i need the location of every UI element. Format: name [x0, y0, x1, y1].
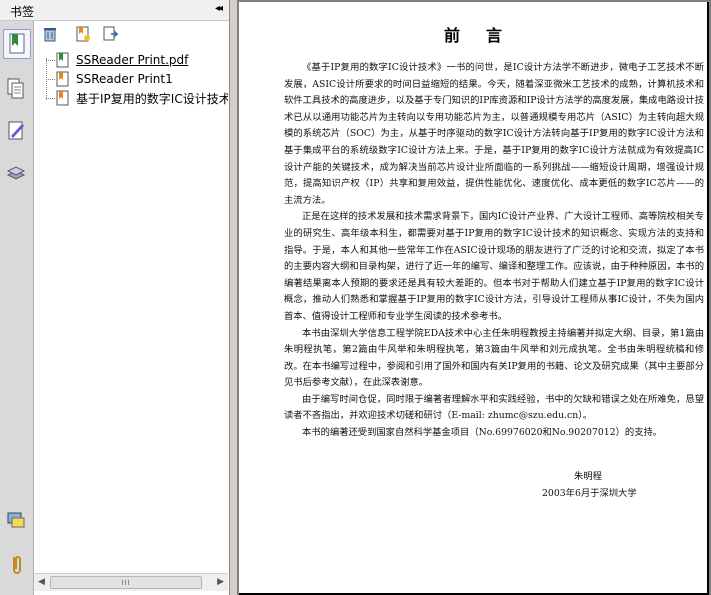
layers-tab[interactable] — [3, 159, 29, 187]
comments-tab[interactable] — [3, 507, 29, 535]
signature-date: 2003年6月于深圳大学 — [542, 488, 637, 499]
scroll-thumb[interactable]: III — [50, 576, 202, 589]
scroll-right-icon[interactable]: ▶ — [217, 577, 224, 587]
bookmark-label: SSReader Print1 — [76, 72, 173, 86]
expand-bookmark-icon — [103, 26, 119, 41]
document-page: 前言 《基于IP复用的数字IC设计技术》一书的问世，是IC设计方法学不断进步，微… — [239, 2, 709, 595]
panel-header: 书签 ◂◂ — [0, 0, 229, 21]
preface-body: 《基于IP复用的数字IC设计技术》一书的问世，是IC设计方法学不断进步，微电子工… — [284, 60, 704, 442]
bookmark-icon — [56, 90, 69, 106]
signatures-tab[interactable] — [3, 117, 29, 145]
paragraph: 由于编写时间仓促，同时限于编著者理解水平和实践经验，书中的欠缺和错误之处在所难免… — [284, 393, 704, 422]
delete-icon — [44, 28, 56, 42]
page-title: 前言 — [443, 26, 528, 45]
bookmark-icon — [56, 71, 69, 87]
attachments-icon — [13, 556, 21, 574]
document-viewer[interactable]: 前言 《基于IP复用的数字IC设计技术》一书的问世，是IC设计方法学不断进步，微… — [237, 0, 711, 595]
signatures-icon — [8, 121, 24, 140]
layers-icon — [6, 166, 26, 180]
paragraph: 本书由深圳大学信息工程学院EDA技术中心主任朱明程教授主持编著并拟定大纲、目录，… — [284, 327, 704, 389]
panel-splitter[interactable] — [230, 0, 237, 595]
attachments-tab[interactable] — [3, 551, 29, 579]
bookmark-icon — [56, 52, 69, 68]
delete-bookmark-button[interactable] — [41, 25, 59, 43]
bookmark-label: SSReader Print.pdf — [76, 53, 189, 67]
signature-name: 朱明程 — [574, 471, 602, 482]
pages-icon — [7, 78, 24, 99]
bookmark-item[interactable]: SSReader Print1 — [56, 70, 173, 88]
paragraph: 正是在这样的技术发展和技术需求背景下，国内IC设计产业界、广大设计工程师、高等院… — [284, 211, 704, 322]
bookmark-panel: 书签 ◂◂ SSReader Print.pdf SSReader Print1… — [0, 0, 230, 595]
new-bookmark-icon — [76, 26, 90, 42]
bookmark-label: 基于IP复用的数字IC设计技术 — [76, 91, 228, 106]
bookmarks-tab[interactable] — [3, 29, 31, 59]
navigation-icon-bar — [0, 21, 34, 595]
paragraph: 《基于IP复用的数字IC设计技术》一书的问世，是IC设计方法学不断进步，微电子工… — [284, 62, 704, 206]
scroll-left-icon[interactable]: ◀ — [38, 577, 45, 587]
new-bookmark-button[interactable] — [74, 25, 92, 43]
bookmarks-icon — [9, 33, 25, 54]
bookmark-toolbar — [34, 21, 229, 47]
collapse-panel-button[interactable]: ◂◂ — [215, 3, 223, 14]
expand-bookmark-button[interactable] — [102, 25, 120, 43]
panel-title: 书签 — [10, 5, 35, 19]
scroll-grip: III — [121, 578, 131, 587]
bookmark-item[interactable]: SSReader Print.pdf — [56, 51, 188, 69]
bookmark-tree: SSReader Print.pdf SSReader Print1 基于IP复… — [34, 48, 228, 573]
pages-tab[interactable] — [3, 75, 29, 103]
bookmark-item[interactable]: 基于IP复用的数字IC设计技术 — [56, 89, 228, 107]
paragraph: 本书的编著还受到国家自然科学基金项目（No.69976020和No.902070… — [302, 427, 663, 439]
comments-icon — [7, 512, 25, 528]
horizontal-scrollbar[interactable]: ◀ III ▶ — [34, 573, 228, 591]
